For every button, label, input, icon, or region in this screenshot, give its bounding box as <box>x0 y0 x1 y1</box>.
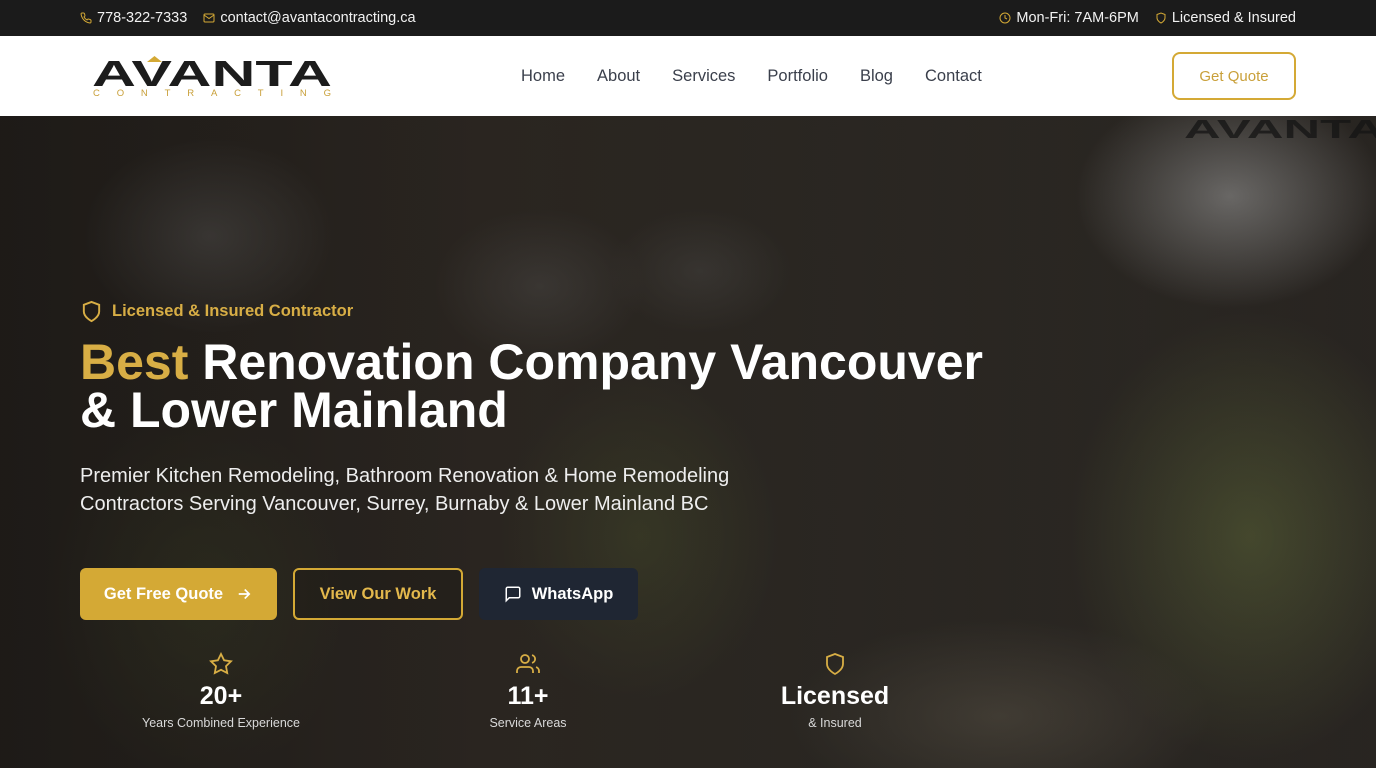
shield-icon <box>82 300 101 323</box>
stat-service-areas: 11+ Service Areas <box>428 652 628 730</box>
nav-home[interactable]: Home <box>521 67 565 86</box>
shield-icon <box>826 653 844 676</box>
nav-portfolio[interactable]: Portfolio <box>767 67 828 86</box>
primary-button-label: Get Free Quote <box>103 584 224 603</box>
stat-value: 20+ <box>199 682 243 710</box>
avanta-logo-mark: AVANTA CONTRACTING <box>92 56 332 98</box>
users-icon <box>516 654 540 673</box>
license-text: Licensed & Insured <box>1171 10 1296 26</box>
email-text: contact@avantacontracting.ca <box>220 10 416 26</box>
main-navigation: Home About Services Portfolio Blog Conta… <box>521 36 982 116</box>
stat-experience: 20+ Years Combined Experience <box>121 652 321 730</box>
hero-title: Best Renovation Company Vancouver & Lowe… <box>80 337 1000 435</box>
arrow-right-icon <box>238 588 251 600</box>
stat-label: & Insured <box>808 716 862 730</box>
stat-label: Years Combined Experience <box>142 716 300 730</box>
stat-value: Licensed <box>780 682 890 710</box>
phone-link[interactable]: 778-322-7333 <box>80 10 187 26</box>
hours-text: Mon-Fri: 7AM-6PM <box>1016 10 1139 26</box>
licensed-badge: Licensed & Insured Contractor <box>80 300 353 323</box>
clock-icon <box>999 12 1011 24</box>
title-rest: Renovation Company Vancouver & Lower Mai… <box>80 334 984 438</box>
stat-value: 11+ <box>507 682 549 710</box>
nav-services[interactable]: Services <box>672 67 735 86</box>
watermark-text: AVANTA <box>1184 116 1376 142</box>
get-free-quote-button[interactable]: Get Free Quote <box>80 568 277 620</box>
stat-label: Service Areas <box>489 716 567 730</box>
mail-icon <box>203 13 215 23</box>
nav-contact[interactable]: Contact <box>925 67 982 86</box>
stat-licensed: Licensed & Insured <box>735 652 935 730</box>
chat-bubble-icon <box>505 586 521 603</box>
hero-subtitle: Premier Kitchen Remodeling, Bathroom Ren… <box>80 465 730 515</box>
phone-text: 778-322-7333 <box>97 10 188 26</box>
shield-icon <box>1156 12 1166 24</box>
get-quote-button[interactable]: Get Quote <box>1172 52 1296 100</box>
avanta-logo[interactable]: AVANTA CONTRACTING <box>92 56 332 98</box>
badge-text: Licensed & Insured Contractor <box>112 302 354 320</box>
star-icon <box>209 652 233 675</box>
nav-about[interactable]: About <box>597 67 640 86</box>
background-logo-watermark: AVANTA <box>1184 116 1376 142</box>
license-info: Licensed & Insured <box>1155 10 1296 26</box>
business-hours: Mon-Fri: 7AM-6PM <box>999 10 1139 26</box>
whatsapp-label: WhatsApp <box>531 584 614 603</box>
hero-section: AVANTA Licensed & Insured Contractor Bes… <box>0 116 1376 768</box>
view-our-work-button[interactable]: View Our Work <box>293 568 463 620</box>
phone-icon <box>80 12 92 24</box>
nav-blog[interactable]: Blog <box>860 67 893 86</box>
email-link[interactable]: contact@avantacontracting.ca <box>203 10 416 26</box>
top-info-bar: 778-322-7333 contact@avantacontracting.c… <box>0 0 1376 36</box>
whatsapp-button[interactable]: WhatsApp <box>479 568 638 620</box>
